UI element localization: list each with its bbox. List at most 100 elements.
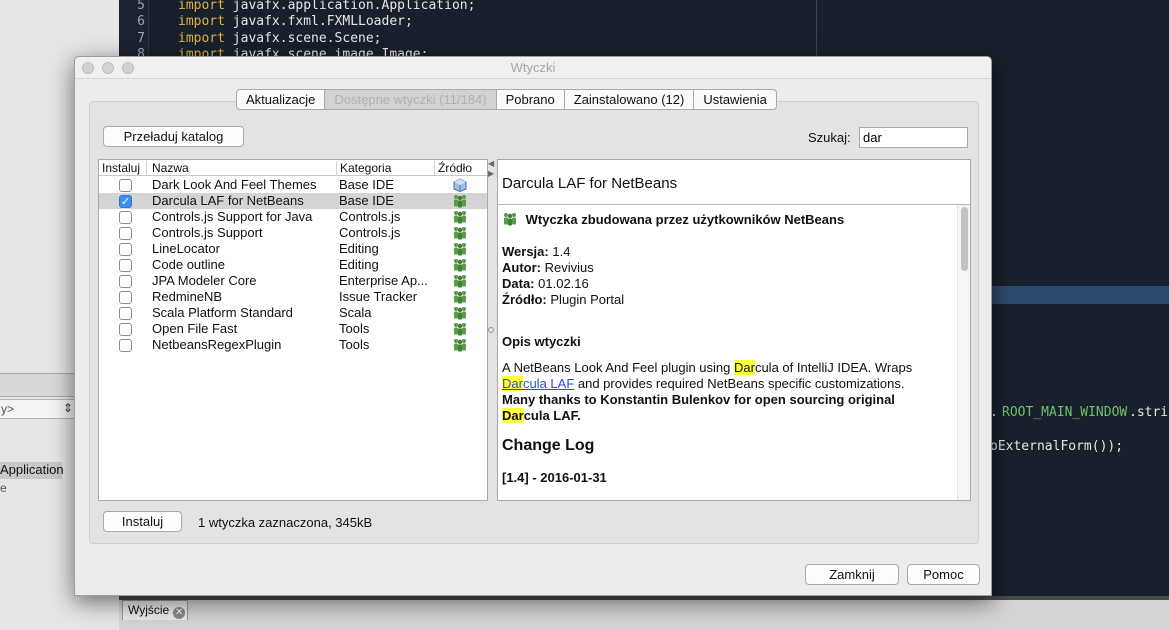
code-keyword: import xyxy=(178,31,225,46)
collapse-right-icon[interactable]: ▶ xyxy=(488,169,494,178)
scrollbar-thumb[interactable] xyxy=(961,207,968,271)
date-line: Data: 01.02.16 xyxy=(502,276,954,292)
community-icon xyxy=(452,258,468,272)
table-row[interactable]: ✓ Darcula LAF for NetBeans Base IDE xyxy=(99,193,487,209)
install-checkbox[interactable] xyxy=(119,211,132,224)
install-checkbox[interactable] xyxy=(119,307,132,320)
reload-catalog-button[interactable]: Przeładuj katalog xyxy=(103,126,244,147)
output-tab-label: Wyjście xyxy=(128,603,170,617)
tab-updates[interactable]: Aktualizacje xyxy=(237,90,326,109)
install-checkbox[interactable] xyxy=(119,243,132,256)
author-line: Autor: Revivius xyxy=(502,260,954,276)
plugin-category: Editing xyxy=(339,257,379,272)
install-checkbox[interactable] xyxy=(119,275,132,288)
column-header-name[interactable]: Nazwa xyxy=(149,161,337,176)
tab-downloaded[interactable]: Pobrano xyxy=(497,90,565,109)
community-icon xyxy=(452,226,468,240)
column-header-source[interactable]: Źródło xyxy=(435,161,487,176)
plugins-dialog: Wtyczki Aktualizacje Dostępne wtyczki (1… xyxy=(74,56,992,596)
navigator-combo[interactable]: y> ⇕ xyxy=(0,399,78,419)
plugin-category: Controls.js xyxy=(339,225,401,240)
code-constant: ROOT_MAIN_WINDOW xyxy=(1002,405,1128,420)
table-row[interactable]: NetbeansRegexPlugin Tools xyxy=(99,337,487,353)
community-icon xyxy=(504,213,516,226)
output-tab[interactable]: Wyjście ✕ xyxy=(122,600,188,620)
code-text: javafx.scene.Scene; xyxy=(224,31,382,46)
tab-settings[interactable]: Ustawienia xyxy=(694,90,776,109)
plugin-category: Enterprise Ap... xyxy=(339,273,428,288)
table-row[interactable]: Code outline Editing xyxy=(99,257,487,273)
search-input[interactable] xyxy=(859,127,968,148)
help-button[interactable]: Pomoc xyxy=(907,564,980,585)
plugin-name: Controls.js Support xyxy=(152,225,263,240)
navigator-item[interactable]: e xyxy=(0,481,7,495)
plugin-details-panel: Darcula LAF for NetBeans Wtyczka zbudowa… xyxy=(497,159,971,501)
community-icon xyxy=(452,306,468,320)
plugin-name: JPA Modeler Core xyxy=(152,273,257,288)
plugin-category: Base IDE xyxy=(339,177,394,192)
description-heading: Opis wtyczki xyxy=(502,334,581,349)
community-icon xyxy=(452,274,468,288)
plugins-table: Instaluj Nazwa Kategoria Źródło Dark Loo… xyxy=(98,159,488,501)
line-number: 5 xyxy=(137,0,145,13)
table-row[interactable]: RedmineNB Issue Tracker xyxy=(99,289,487,305)
install-checkbox[interactable] xyxy=(119,291,132,304)
code-line: 7 import javafx.scene.Scene; xyxy=(119,31,382,48)
code-keyword: import xyxy=(178,0,225,13)
install-checkbox[interactable] xyxy=(119,227,132,240)
tab-available-plugins[interactable]: Dostępne wtyczki (11/184) xyxy=(325,90,497,109)
column-header-install[interactable]: Instaluj xyxy=(99,161,147,176)
install-button[interactable]: Instaluj xyxy=(103,511,182,532)
line-number: 6 xyxy=(137,14,145,29)
column-header-category[interactable]: Kategoria xyxy=(337,161,435,176)
install-checkbox[interactable]: ✓ xyxy=(119,195,132,208)
table-row[interactable]: Scala Platform Standard Scala xyxy=(99,305,487,321)
darcula-laf-link[interactable]: Darcula LAF xyxy=(502,376,574,391)
plugin-category: Issue Tracker xyxy=(339,289,418,304)
details-body: Wtyczka zbudowana przez użytkowników Net… xyxy=(502,210,954,486)
table-row[interactable]: JPA Modeler Core Enterprise Ap... xyxy=(99,273,487,289)
plugin-name: NetbeansRegexPlugin xyxy=(152,337,282,352)
navigator-selected-item[interactable]: Application xyxy=(0,462,64,479)
tab-installed[interactable]: Zainstalowano (12) xyxy=(565,90,695,109)
plugin-category: Editing xyxy=(339,241,379,256)
date-value: 01.02.16 xyxy=(538,276,589,291)
table-row[interactable]: LineLocator Editing xyxy=(99,241,487,257)
version-line: Wersja: 1.4 xyxy=(502,244,954,260)
close-icon[interactable]: ✕ xyxy=(173,607,186,619)
community-icon xyxy=(452,210,468,224)
plugin-category: Scala xyxy=(339,305,372,320)
install-checkbox[interactable] xyxy=(119,339,132,352)
author-label: Autor: xyxy=(502,260,541,275)
plugin-category: Tools xyxy=(339,321,370,336)
desc-text: and provides required NetBeans specific … xyxy=(574,376,905,391)
date-label: Data: xyxy=(502,276,535,291)
cube-icon xyxy=(452,178,468,193)
install-checkbox[interactable] xyxy=(119,179,132,192)
desc-text: cula of IntelliJ IDEA. Wraps xyxy=(754,360,913,375)
link-text: cula LAF xyxy=(522,376,575,391)
table-row[interactable]: Dark Look And Feel Themes Base IDE xyxy=(99,177,487,193)
community-icon xyxy=(452,194,468,208)
code-line: 6 import javafx.fxml.FXMLLoader; xyxy=(119,14,413,31)
version-label: Wersja: xyxy=(502,244,549,259)
code-keyword: import xyxy=(178,14,225,29)
search-label: Szukaj: xyxy=(808,130,851,145)
desc-bold-text: cula LAF. xyxy=(523,408,581,423)
table-row[interactable]: Controls.js Support Controls.js xyxy=(99,225,487,241)
close-button[interactable]: Zamknij xyxy=(805,564,899,585)
table-row[interactable]: Controls.js Support for Java Controls.js xyxy=(99,209,487,225)
table-row[interactable]: Open File Fast Tools xyxy=(99,321,487,337)
plugin-name: Controls.js Support for Java xyxy=(152,209,313,224)
details-scrollbar[interactable] xyxy=(957,205,970,500)
plugins-tabbar: Aktualizacje Dostępne wtyczki (11/184) P… xyxy=(236,89,777,110)
collapse-left-icon[interactable]: ◀ xyxy=(488,159,494,168)
plugin-name: RedmineNB xyxy=(152,289,223,304)
install-checkbox[interactable] xyxy=(119,259,132,272)
source-line: Źródło: Plugin Portal xyxy=(502,292,954,308)
install-checkbox[interactable] xyxy=(119,323,132,336)
plugin-name: LineLocator xyxy=(152,241,220,256)
split-divider[interactable]: ◀ ▶ xyxy=(487,159,496,501)
split-handle-icon[interactable] xyxy=(488,327,494,333)
code-fragment: .stri xyxy=(1129,405,1169,420)
